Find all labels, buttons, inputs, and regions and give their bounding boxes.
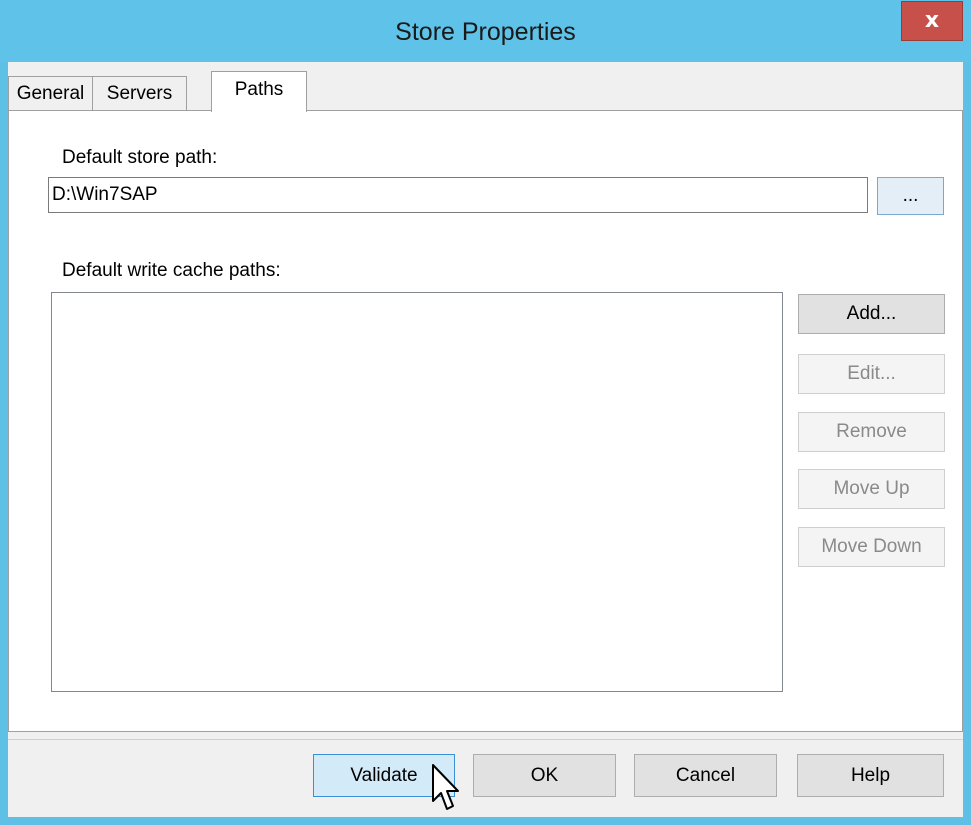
move-up-button-label: Move Up <box>833 478 910 499</box>
title-bar[interactable]: Store Properties x <box>0 0 971 62</box>
cancel-button[interactable]: Cancel <box>634 754 777 797</box>
validate-button-label: Validate <box>350 764 418 786</box>
move-up-button[interactable]: Move Up <box>798 469 945 509</box>
store-path-label: Default store path: <box>62 147 218 168</box>
cancel-button-label: Cancel <box>675 764 736 786</box>
remove-button[interactable]: Remove <box>798 412 945 452</box>
help-button-label: Help <box>850 764 891 786</box>
paths-tab-panel: Default store path: D:\Win7SAP ... Defau… <box>8 110 963 732</box>
move-down-button-label: Move Down <box>821 536 922 557</box>
footer-separator <box>8 739 963 740</box>
tab-servers-label: Servers <box>106 82 173 104</box>
edit-button-label: Edit... <box>847 363 896 384</box>
remove-button-label: Remove <box>836 421 907 442</box>
tab-paths-label: Paths <box>234 79 284 100</box>
browse-button[interactable]: ... <box>877 177 944 215</box>
tab-general-label: General <box>16 82 85 104</box>
cache-paths-label: Default write cache paths: <box>62 260 281 281</box>
add-button-label: Add... <box>846 303 897 324</box>
close-icon: x <box>924 8 940 33</box>
dialog-client-area: General Servers Paths Default store path… <box>8 62 963 817</box>
add-button[interactable]: Add... <box>798 294 945 334</box>
ok-button[interactable]: OK <box>473 754 616 797</box>
cache-paths-list[interactable] <box>51 292 783 692</box>
browse-button-label: ... <box>902 185 919 206</box>
ok-button-label: OK <box>530 764 559 786</box>
store-path-input[interactable]: D:\Win7SAP <box>48 177 868 213</box>
mouse-pointer-icon <box>432 764 459 810</box>
tab-paths[interactable]: Paths <box>211 71 307 112</box>
window-title: Store Properties <box>395 18 576 46</box>
close-button[interactable]: x <box>901 1 963 41</box>
store-path-value: D:\Win7SAP <box>52 184 158 205</box>
tab-servers[interactable]: Servers <box>92 76 187 110</box>
move-down-button[interactable]: Move Down <box>798 527 945 567</box>
edit-button[interactable]: Edit... <box>798 354 945 394</box>
store-properties-window: Store Properties x General Servers Paths… <box>0 0 971 825</box>
tab-general[interactable]: General <box>8 76 93 110</box>
help-button[interactable]: Help <box>797 754 944 797</box>
